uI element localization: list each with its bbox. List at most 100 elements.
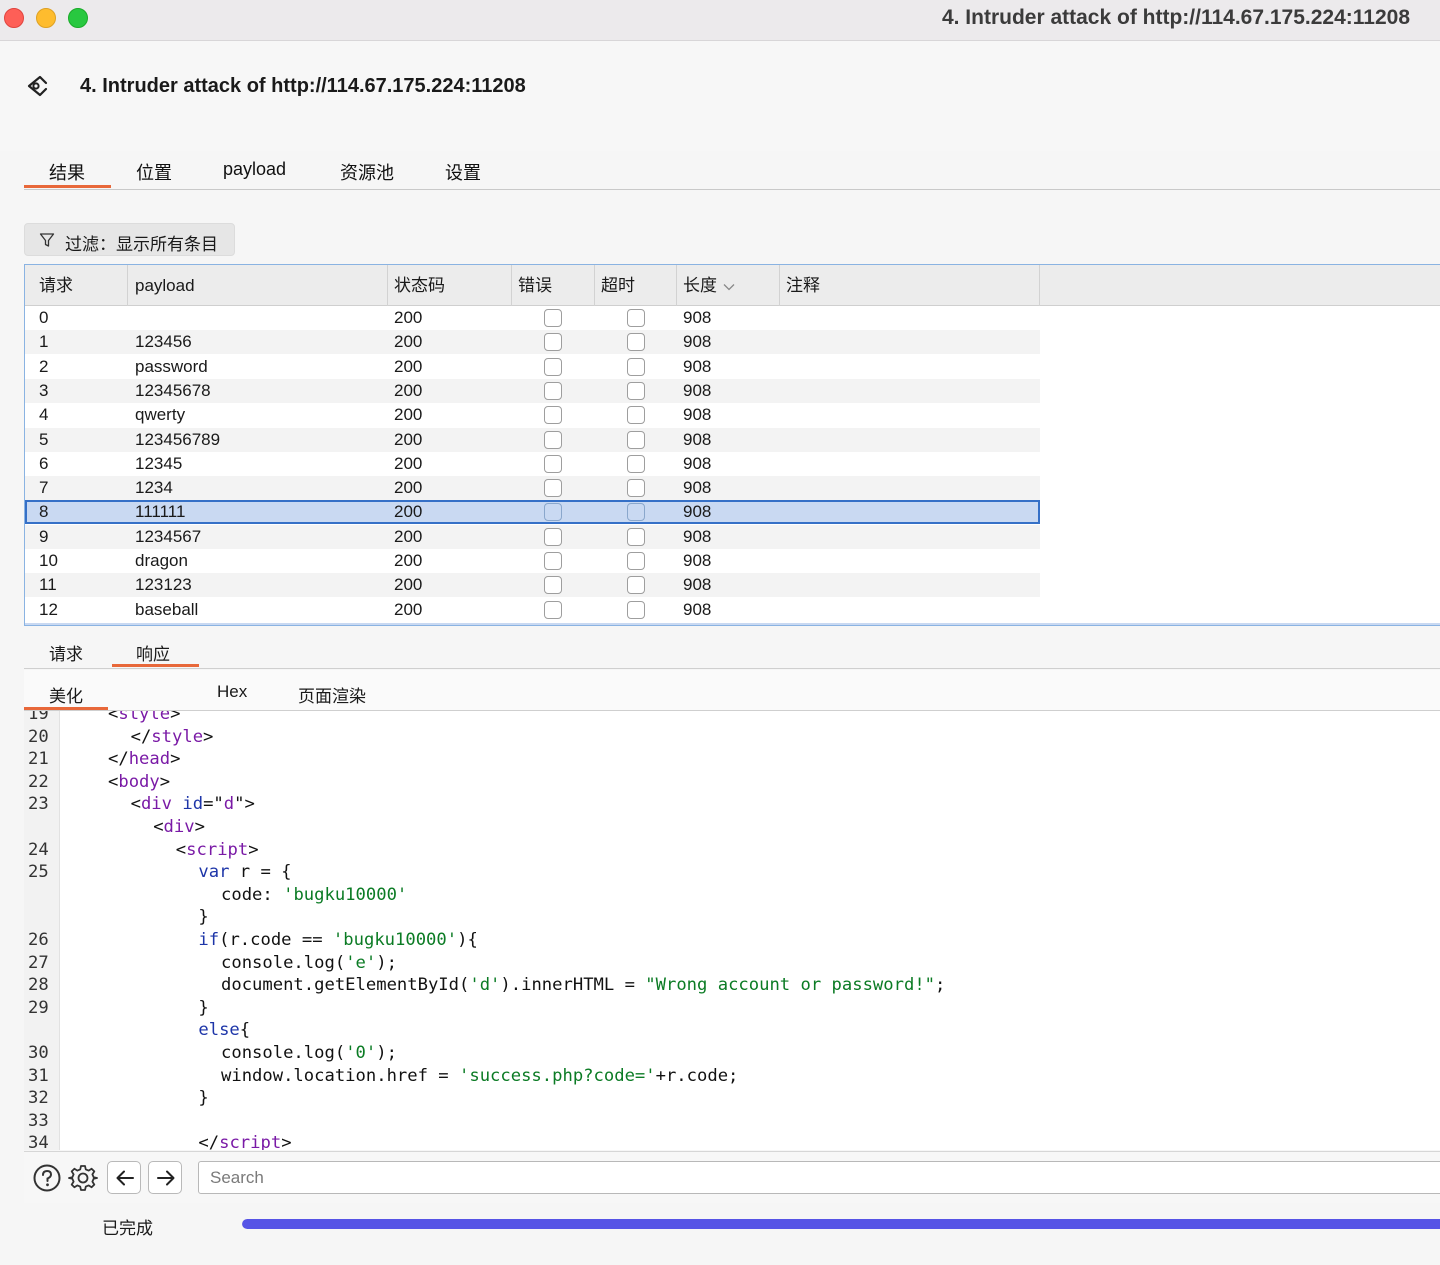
table-row[interactable]: 0 200 908 — [25, 306, 1040, 330]
column-label: 长度 — [683, 276, 717, 295]
tab-pretty[interactable]: 美化 — [49, 682, 83, 707]
code-token: code: — [221, 884, 284, 905]
code-line: 34 </script> — [24, 1132, 1440, 1150]
response-editor[interactable]: 19 <style> 20 </style> 21 </head> 22 <body> 23 <d… — [24, 711, 1440, 1150]
tab-payload[interactable]: payload — [223, 159, 286, 180]
cell-length: 908 — [683, 356, 712, 376]
code-text: <div> — [153, 816, 205, 838]
cell-payload: 111111 — [135, 502, 186, 522]
cell-request: 5 — [39, 429, 49, 449]
code-text: </head> — [108, 748, 180, 770]
table-row[interactable]: 5 123456789 200 908 — [25, 427, 1040, 452]
code-line: } — [24, 906, 1440, 928]
code-token: else — [198, 1020, 240, 1041]
column-header-timeout[interactable]: 超时 — [595, 265, 677, 306]
code-line: 22 <body> — [24, 771, 1440, 793]
table-row[interactable]: 3 12345678 200 908 — [25, 378, 1040, 403]
gear-icon[interactable] — [68, 1163, 98, 1193]
code-token: r = { — [229, 862, 292, 883]
search-input[interactable] — [198, 1161, 1440, 1194]
code-token: id — [182, 794, 204, 815]
code-token: script — [219, 1133, 282, 1150]
line-number: 30 — [28, 1043, 49, 1063]
previous-match-button[interactable] — [107, 1161, 141, 1194]
cell-length: 908 — [683, 526, 712, 546]
tab-render[interactable]: 页面渲染 — [298, 682, 366, 707]
code-token: '0' — [345, 1043, 377, 1063]
tab-hex[interactable]: Hex — [217, 682, 247, 702]
column-label: 注释 — [786, 276, 820, 295]
timeout-checkbox — [627, 406, 645, 425]
column-header-error[interactable]: 错误 — [512, 265, 595, 306]
code-token: < — [130, 794, 141, 815]
code-line: 28 document.getElementById('d').innerHTML… — [24, 974, 1440, 996]
table-row[interactable]: 8 111111 200 908 — [25, 500, 1040, 525]
cell-status-code: 200 — [394, 380, 423, 400]
table-row[interactable]: 11 123123 200 908 — [25, 573, 1040, 598]
table-row[interactable]: 2 password 200 908 — [25, 355, 1040, 379]
minimize-window-button[interactable] — [36, 8, 56, 28]
line-number: 26 — [28, 930, 49, 950]
close-window-button[interactable] — [4, 8, 24, 28]
line-number: 28 — [28, 975, 49, 996]
tab-settings[interactable]: 设置 — [445, 159, 481, 185]
table-row[interactable]: 12 baseball 200 908 — [25, 598, 1040, 622]
code-token: 'success.php?code=' — [459, 1065, 656, 1086]
cell-status-code: 200 — [394, 405, 423, 425]
zoom-window-button[interactable] — [68, 8, 88, 28]
tab-request[interactable]: 请求 — [49, 640, 83, 665]
timeout-checkbox — [627, 552, 645, 570]
code-token: +r.code; — [655, 1065, 739, 1086]
code-line: 24 <script> — [24, 839, 1440, 861]
table-row[interactable]: 9 1234567 200 908 — [25, 524, 1040, 549]
tab-response[interactable]: 响应 — [136, 640, 170, 665]
cell-request: 9 — [39, 526, 49, 546]
code-line: 20 </style> — [24, 726, 1440, 748]
code-token: if — [198, 930, 220, 950]
code-token: body — [118, 771, 160, 792]
line-number: 20 — [28, 726, 49, 747]
cell-payload: 1234567 — [135, 526, 202, 546]
cell-request: 6 — [39, 453, 49, 473]
code-token: div — [140, 794, 172, 815]
tab-positions[interactable]: 位置 — [136, 159, 172, 185]
table-row[interactable]: 10 dragon 200 908 — [25, 549, 1040, 573]
tab-resource-pool[interactable]: 资源池 — [340, 159, 394, 185]
code-token: > — [159, 771, 171, 792]
tab-results[interactable]: 结果 — [49, 159, 85, 185]
code-text: window.location.href = 'success.php?code… — [221, 1065, 738, 1087]
cell-length: 908 — [683, 429, 712, 449]
filter-bar[interactable]: 过滤：显示所有条目 — [24, 223, 235, 256]
line-number: 19 — [28, 711, 49, 724]
code-line: 23 <div id="d"> — [24, 793, 1440, 815]
table-row[interactable]: 1 123456 200 908 — [25, 330, 1040, 355]
next-match-button[interactable] — [148, 1161, 182, 1194]
column-header-comment[interactable]: 注释 — [780, 265, 1040, 306]
cell-payload: 123456 — [135, 332, 192, 352]
code-text: if(r.code == 'bugku10000'){ — [198, 929, 477, 951]
line-number: 24 — [28, 839, 49, 860]
column-header-request[interactable]: 请求 — [25, 265, 128, 306]
page-title: 4. Intruder attack of http://114.67.175.… — [80, 75, 526, 97]
code-token: > — [203, 726, 214, 747]
arrow-right-icon — [157, 1170, 175, 1186]
intruder-icon[interactable] — [26, 74, 50, 98]
code-line: 21 </head> — [24, 748, 1440, 770]
code-text: <script> — [176, 839, 259, 861]
help-icon[interactable] — [32, 1163, 62, 1193]
table-row[interactable]: 6 12345 200 908 — [25, 452, 1040, 476]
code-token: style — [151, 726, 204, 747]
cell-length: 908 — [683, 478, 712, 498]
code-token: style — [118, 711, 171, 724]
timeout-checkbox — [627, 503, 645, 522]
column-header-length[interactable]: 长度 — [677, 265, 780, 306]
code-text: document.getElementById('d').innerHTML =… — [221, 974, 945, 996]
column-header-status[interactable]: 状态码 — [388, 265, 512, 306]
table-row[interactable]: 7 1234 200 908 — [25, 476, 1040, 501]
column-header-payload[interactable]: payload — [128, 265, 388, 306]
cell-request: 1 — [39, 332, 49, 352]
table-row[interactable]: 4 qwerty 200 908 — [25, 403, 1040, 427]
error-checkbox — [544, 309, 562, 327]
code-line: 27 console.log('e'); — [24, 952, 1440, 974]
